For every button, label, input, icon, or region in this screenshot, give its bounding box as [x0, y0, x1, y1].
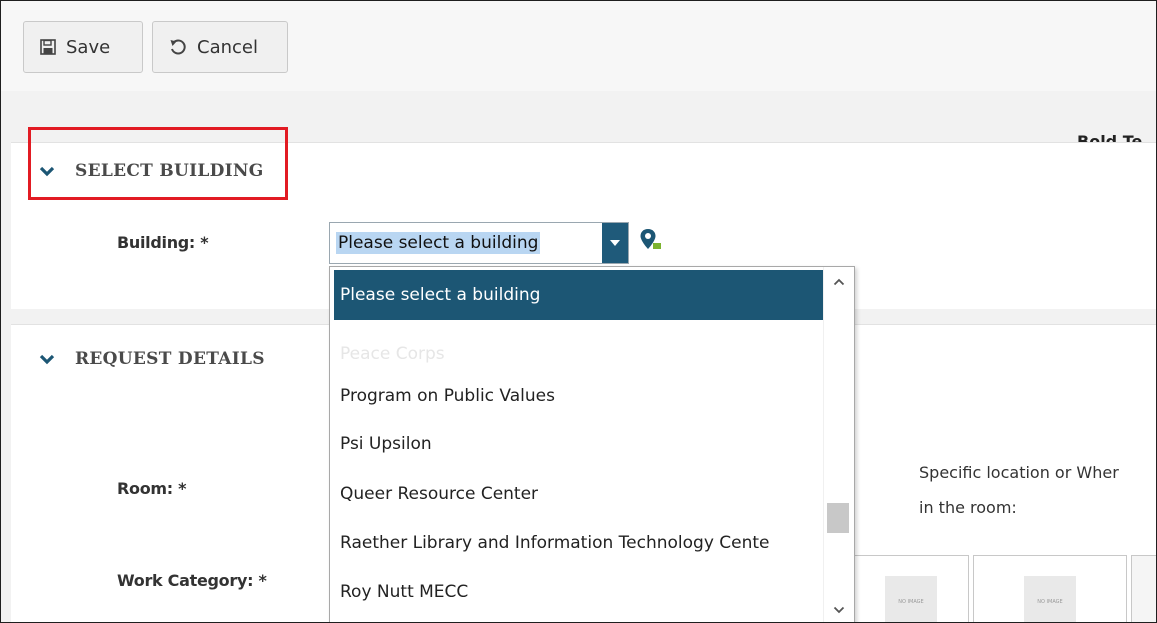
specific-location-line2: in the room: — [919, 498, 1017, 517]
dropdown-scrollbar[interactable] — [823, 267, 854, 622]
building-label: Building: * — [117, 233, 209, 252]
app-frame: Save Cancel Bold Te SELECT BUILDING Buil… — [0, 0, 1157, 623]
work-category-tile[interactable]: NO IMAGE — [853, 555, 969, 622]
building-dropdown-list[interactable]: Please select a building Peace Corps Pro… — [329, 266, 855, 622]
dropdown-option[interactable]: Psi Upsilon — [334, 419, 826, 469]
dropdown-option[interactable]: Program on Public Values — [334, 371, 826, 421]
dropdown-option[interactable]: Roy Nutt MECC — [334, 567, 826, 617]
toolbar: Save Cancel — [1, 1, 1156, 91]
chevron-down-icon[interactable] — [824, 595, 854, 622]
building-select[interactable]: Please select a building — [329, 222, 629, 264]
map-pin-icon[interactable] — [639, 227, 665, 257]
work-category-tile[interactable]: NO IMAGE — [973, 555, 1127, 622]
work-category-tile[interactable] — [1131, 555, 1156, 622]
specific-location-label: Specific location or Wher in the room: — [919, 455, 1119, 525]
save-button-label: Save — [66, 36, 111, 58]
select-building-header[interactable]: SELECT BUILDING — [39, 161, 264, 181]
request-details-header[interactable]: REQUEST DETAILS — [39, 349, 265, 369]
room-label: Room: * — [117, 479, 187, 498]
cancel-button-label: Cancel — [197, 36, 258, 58]
save-button[interactable]: Save — [23, 21, 143, 73]
work-category-label: Work Category: * — [117, 571, 267, 590]
floppy-disk-icon — [40, 39, 56, 55]
chevron-down-icon — [39, 165, 55, 177]
request-details-title: REQUEST DETAILS — [75, 349, 265, 369]
no-image-placeholder: NO IMAGE — [1024, 576, 1076, 622]
scrollbar-thumb[interactable] — [827, 503, 849, 533]
specific-location-line1: Specific location or Wher — [919, 463, 1119, 482]
building-select-value: Please select a building — [336, 232, 541, 254]
dropdown-option[interactable]: Queer Resource Center — [334, 469, 826, 519]
no-image-placeholder: NO IMAGE — [885, 576, 937, 622]
chevron-up-icon[interactable] — [824, 267, 854, 297]
undo-icon — [169, 38, 187, 56]
dropdown-option[interactable]: Raether Library and Information Technolo… — [334, 518, 826, 568]
cancel-button[interactable]: Cancel — [152, 21, 288, 73]
dropdown-arrow-icon[interactable] — [602, 223, 628, 263]
chevron-down-icon — [39, 353, 55, 365]
select-building-title: SELECT BUILDING — [75, 161, 264, 181]
dropdown-option[interactable]: Please select a building — [334, 270, 826, 320]
